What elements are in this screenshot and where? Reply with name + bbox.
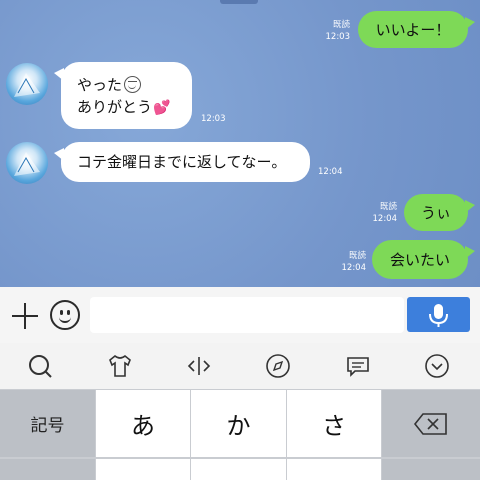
key-ta[interactable] <box>96 459 190 480</box>
avatar-image <box>14 152 40 176</box>
message-text: いいよー！ <box>375 21 451 39</box>
message-text-line2: ありがとう <box>77 98 153 116</box>
read-receipt: 既読 12:04 <box>341 251 367 273</box>
message-text: うぃ <box>420 204 451 222</box>
key-row2-left[interactable] <box>0 459 95 480</box>
microphone-icon <box>429 304 448 327</box>
tshirt-icon[interactable] <box>106 352 134 380</box>
message-bubble-outgoing[interactable]: 会いたい <box>372 240 475 279</box>
symbols-key[interactable]: 記号 <box>0 390 95 457</box>
message-bubble-outgoing[interactable]: うぃ <box>404 194 475 231</box>
top-edge <box>220 0 258 4</box>
message-input[interactable] <box>90 297 404 333</box>
message-time: 12:03 <box>201 114 226 124</box>
avatar[interactable] <box>6 142 48 184</box>
key-sa[interactable]: さ <box>287 390 381 457</box>
message-text: コテ金曜日までに返してなー。 <box>77 153 287 171</box>
message-bubble-incoming[interactable]: やった ありがとう💕 <box>54 62 192 129</box>
cursor-move-icon[interactable] <box>185 352 213 380</box>
avatar[interactable] <box>6 63 48 105</box>
key-row2-right[interactable] <box>382 459 480 480</box>
key-a[interactable]: あ <box>96 390 190 457</box>
message-bubble-outgoing[interactable]: いいよー！ <box>358 11 475 48</box>
emoji-icon[interactable] <box>50 300 80 330</box>
pink-heart-icon: 💕 <box>153 100 171 116</box>
chevron-down-icon[interactable] <box>423 352 451 380</box>
avatar-image <box>14 73 40 97</box>
message-time: 12:04 <box>318 167 343 177</box>
read-receipt: 既読 12:03 <box>325 20 351 42</box>
message-text-line1: やった <box>77 76 123 94</box>
key-ka[interactable]: か <box>191 390 286 457</box>
read-receipt: 既読 12:04 <box>372 202 398 224</box>
grinning-face-icon <box>124 76 142 93</box>
search-icon[interactable] <box>26 352 54 380</box>
plus-icon[interactable] <box>12 303 38 329</box>
voice-button[interactable] <box>407 297 470 332</box>
chat-area[interactable]: 既読 12:03 いいよー！ やった ありがとう💕 12:03 コテ金曜日までに返… <box>0 0 480 287</box>
key-ha[interactable] <box>287 459 381 480</box>
message-text: 会いたい <box>389 251 450 269</box>
compass-icon[interactable] <box>264 352 292 380</box>
backspace-key[interactable] <box>382 390 480 457</box>
key-na[interactable] <box>191 459 286 480</box>
message-icon[interactable] <box>344 352 372 380</box>
keyboard-toolbar <box>0 343 480 389</box>
backspace-icon <box>413 412 447 435</box>
message-bubble-incoming[interactable]: コテ金曜日までに返してなー。 <box>54 142 310 182</box>
